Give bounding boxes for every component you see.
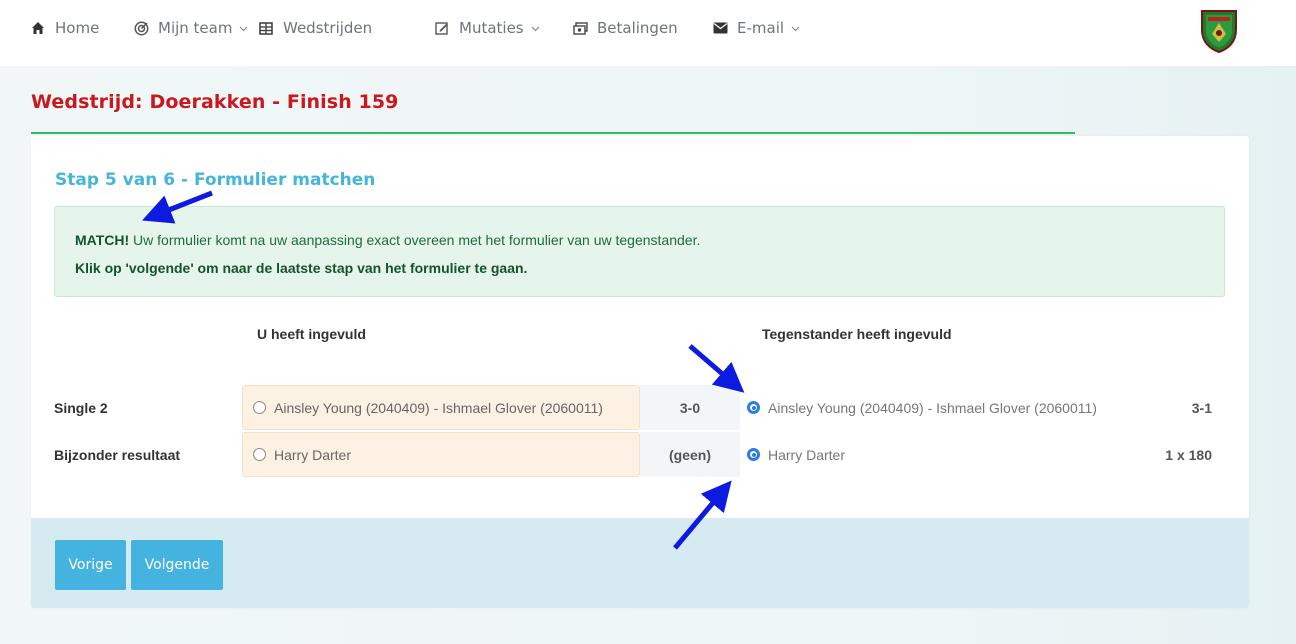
annotation-arrows	[142, 190, 745, 550]
arrow-annotation-match	[142, 190, 213, 224]
arrow-annotation-opponent-single	[688, 344, 745, 393]
arrow-annotation-opponent-special	[673, 480, 732, 550]
